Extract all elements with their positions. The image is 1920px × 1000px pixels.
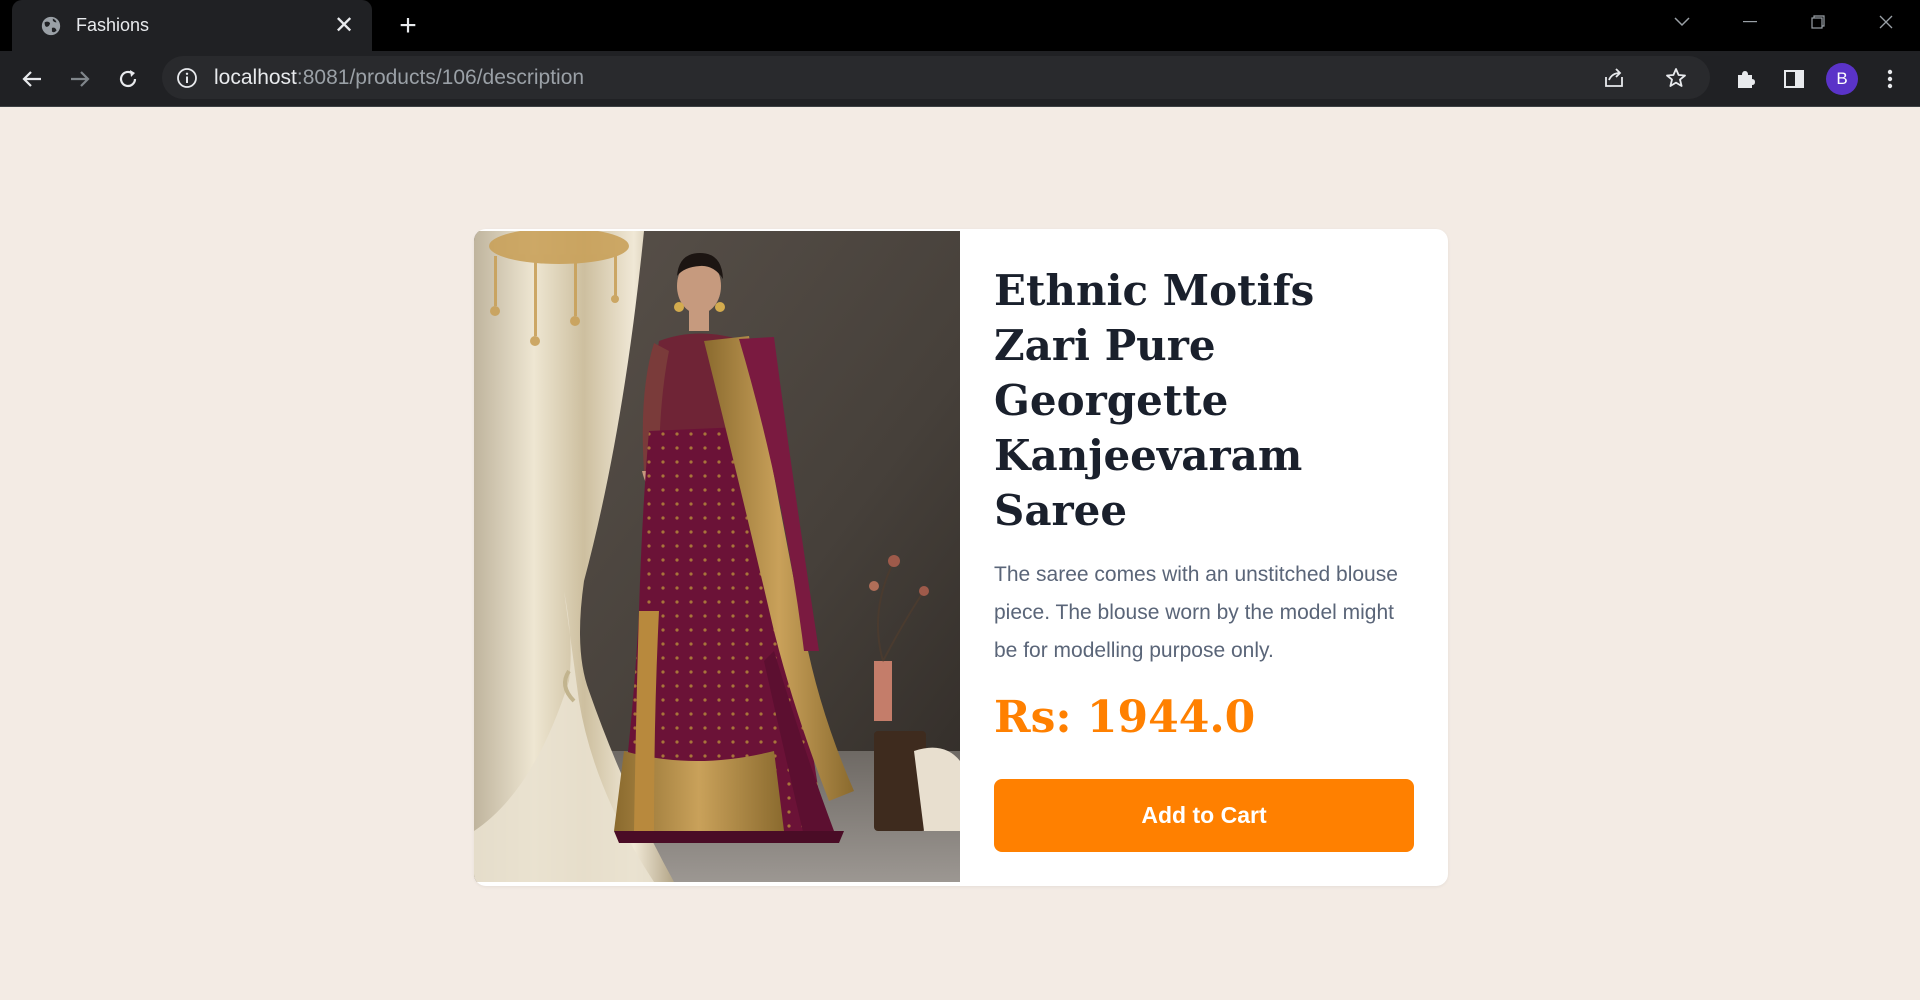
product-title: Ethnic Motifs Zari Pure Georgette Kanjee… [994,266,1315,535]
product-description: The saree comes with an unstitched blous… [994,563,1398,662]
forward-arrow-icon[interactable] [56,55,104,103]
restore-icon[interactable] [1784,0,1852,44]
close-window-icon[interactable] [1852,0,1920,44]
tab-search-icon[interactable] [1648,0,1716,44]
tab-strip: Fashions ✕ + [0,0,1920,51]
profile-button[interactable]: B [1818,55,1866,103]
reload-icon[interactable] [104,55,152,103]
side-panel-icon[interactable] [1770,55,1818,103]
back-arrow-icon[interactable] [8,55,56,103]
url-host: localhost [214,65,297,89]
bookmark-star-icon[interactable] [1652,54,1700,102]
product-info: Ethnic Motifs Zari Pure Georgette Kanjee… [960,229,1448,886]
new-tab-button[interactable]: + [392,10,424,42]
extensions-puzzle-icon[interactable] [1722,55,1770,103]
toolbar-divider [0,106,1920,107]
product-image [474,231,960,882]
globe-icon [41,16,61,35]
close-tab-icon[interactable]: ✕ [330,11,358,40]
tab-title: Fashions [76,15,150,35]
avatar: B [1826,62,1858,95]
menu-kebab-icon[interactable] [1866,55,1914,103]
product-price: Rs: 1944.0 [994,692,1256,743]
site-info-icon[interactable] [176,67,198,89]
add-to-cart-button[interactable]: Add to Cart [994,779,1414,852]
product-card: Ethnic Motifs Zari Pure Georgette Kanjee… [474,229,1448,886]
active-tab[interactable]: Fashions ✕ [12,0,372,51]
minimize-icon[interactable] [1716,0,1784,44]
share-icon[interactable] [1590,54,1638,102]
browser-toolbar: localhost:8081/products/106/description … [0,51,1920,106]
url-path: :8081/products/106/description [296,65,585,89]
address-bar[interactable]: localhost:8081/products/106/description [162,56,1710,99]
saree-model-illustration [474,231,960,882]
